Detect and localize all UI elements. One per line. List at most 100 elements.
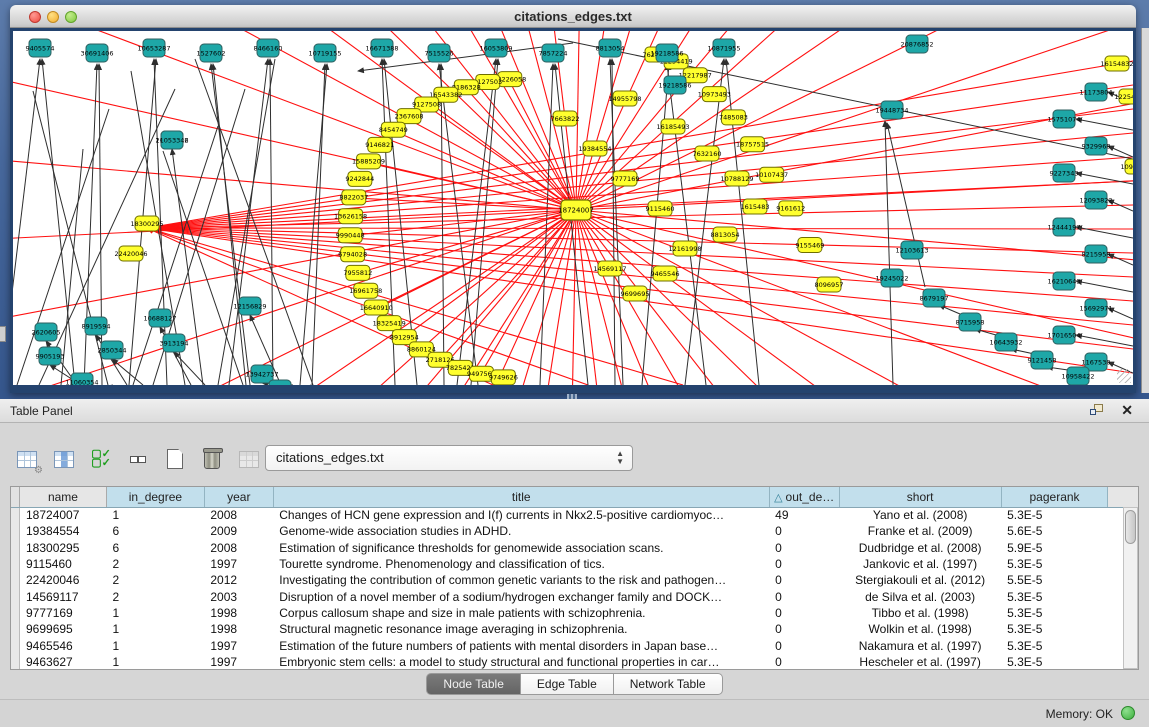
graph-node-teal[interactable]: 10719155 bbox=[308, 44, 341, 62]
graph-node-yellow[interactable]: 18300295 bbox=[130, 216, 163, 231]
graph-node-yellow[interactable]: 16961758 bbox=[349, 283, 382, 298]
graph-node-yellow[interactable]: 7955812 bbox=[343, 265, 372, 280]
table-cell[interactable]: Corpus callosum shape and size in male p… bbox=[273, 605, 769, 621]
table-row[interactable]: 1456911722003Disruption of a novel membe… bbox=[11, 588, 1138, 604]
column-header-short[interactable]: short bbox=[839, 487, 1001, 507]
collapsed-results-panel[interactable] bbox=[1141, 28, 1149, 393]
graph-node-yellow[interactable]: 9777169 bbox=[611, 171, 640, 186]
graph-node-teal[interactable]: 10653287 bbox=[137, 39, 170, 57]
graph-node-teal[interactable]: 9329968 bbox=[1082, 137, 1111, 155]
graph-node-teal[interactable]: 10643932 bbox=[989, 333, 1022, 351]
graph-node-teal[interactable]: 16671388 bbox=[365, 39, 398, 57]
table-cell[interactable]: 9777169 bbox=[20, 605, 107, 621]
table-cell[interactable]: 2 bbox=[106, 556, 204, 572]
column-header-year[interactable]: year bbox=[204, 487, 273, 507]
graph-node-teal[interactable]: 8919594 bbox=[82, 317, 111, 335]
graph-node-yellow[interactable]: 9699695 bbox=[621, 286, 650, 301]
graph-node-teal[interactable]: 8715958 bbox=[956, 313, 985, 331]
table-settings-icon[interactable]: ⚙ bbox=[14, 446, 40, 472]
table-cell[interactable]: 5.9E-5 bbox=[1001, 540, 1108, 556]
table-cell[interactable]: 0 bbox=[769, 556, 839, 572]
graph-node-teal[interactable]: 8679197 bbox=[920, 289, 949, 307]
table-row[interactable]: 977716911998Corpus callosum shape and si… bbox=[11, 605, 1138, 621]
graph-node-teal[interactable]: 7515526 bbox=[425, 44, 454, 62]
graph-node-yellow[interactable]: 10973493 bbox=[698, 87, 731, 102]
graph-hub-node[interactable]: 18724007 bbox=[558, 200, 594, 220]
table-cell[interactable]: 1 bbox=[106, 605, 204, 621]
graph-node-teal[interactable]: 8215958 bbox=[1082, 245, 1111, 263]
table-cell[interactable]: 14569117 bbox=[20, 588, 107, 604]
table-row[interactable]: 946362711997Embryonic stem cells: a mode… bbox=[11, 654, 1138, 670]
table-cell[interactable]: 1998 bbox=[204, 605, 273, 621]
graph-node-teal[interactable]: 9227343 bbox=[1050, 164, 1079, 182]
graph-node-yellow[interactable]: 10788129 bbox=[720, 171, 753, 186]
column-header-name[interactable]: name bbox=[20, 487, 107, 507]
graph-node-yellow[interactable]: 9242844 bbox=[345, 171, 374, 186]
graph-node-yellow[interactable]: 10978812 bbox=[1120, 159, 1133, 174]
graph-node-teal[interactable]: 1527602 bbox=[197, 44, 226, 62]
graph-node-teal[interactable]: 12103613 bbox=[895, 241, 928, 259]
graph-node-teal[interactable]: 9121458 bbox=[1028, 351, 1057, 369]
table-cell[interactable]: 1998 bbox=[204, 621, 273, 637]
table-cell[interactable]: 22420046 bbox=[20, 572, 107, 588]
graph-node-yellow[interactable]: 7485083 bbox=[719, 110, 748, 125]
table-cell[interactable]: 0 bbox=[769, 572, 839, 588]
graph-node-yellow[interactable]: 9990448 bbox=[336, 228, 365, 243]
table-cell[interactable]: 0 bbox=[769, 540, 839, 556]
graph-node-teal[interactable]: 9405574 bbox=[26, 39, 55, 57]
column-header-title[interactable]: title bbox=[273, 487, 769, 507]
float-panel-icon[interactable] bbox=[1090, 404, 1105, 418]
table-cell[interactable]: 1 bbox=[106, 621, 204, 637]
memory-ok-icon[interactable] bbox=[1121, 706, 1135, 720]
table-cell[interactable]: 6 bbox=[106, 540, 204, 556]
graph-node-teal[interactable]: 30691406 bbox=[80, 44, 113, 62]
graph-node-yellow[interactable]: 16640910 bbox=[360, 300, 393, 315]
table-row[interactable]: 2242004622012Investigating the contribut… bbox=[11, 572, 1138, 588]
node-table[interactable]: name in_degree year title △out_de… short… bbox=[10, 486, 1139, 670]
table-cell[interactable]: 2003 bbox=[204, 588, 273, 604]
table-cell[interactable]: 6 bbox=[106, 523, 204, 539]
table-cell[interactable]: 1997 bbox=[204, 637, 273, 653]
table-cell[interactable]: 5.5E-5 bbox=[1001, 572, 1108, 588]
table-cell[interactable]: 5.3E-5 bbox=[1001, 588, 1108, 604]
graph-node-yellow[interactable]: 9749626 bbox=[489, 370, 518, 385]
column-header-out-degree[interactable]: △out_de… bbox=[769, 487, 839, 507]
graph-node-yellow[interactable]: 22420046 bbox=[114, 246, 147, 261]
table-cell[interactable]: Tibbo et al. (1998) bbox=[839, 605, 1001, 621]
table-cell[interactable]: 2 bbox=[106, 588, 204, 604]
table-cell[interactable]: 0 bbox=[769, 588, 839, 604]
table-cell[interactable]: Embryonic stem cells: a model to study s… bbox=[273, 654, 769, 670]
table-cell[interactable]: 49 bbox=[769, 507, 839, 523]
graph-node-yellow[interactable]: 14955798 bbox=[608, 91, 641, 106]
table-cell[interactable]: 5.3E-5 bbox=[1001, 556, 1108, 572]
graph-node-yellow[interactable]: 9115460 bbox=[646, 201, 675, 216]
table-cell[interactable]: Estimation of the future numbers of pati… bbox=[273, 637, 769, 653]
window-titlebar[interactable]: citations_edges.txt bbox=[10, 5, 1136, 28]
table-cell[interactable]: 9463627 bbox=[20, 654, 107, 670]
graph-node-yellow[interactable]: 12161998 bbox=[668, 241, 701, 256]
select-attributes-icon[interactable]: ▢✓▢✓ bbox=[88, 446, 114, 472]
table-cell[interactable]: 5.6E-5 bbox=[1001, 523, 1108, 539]
table-cell[interactable]: Hescheler et al. (1997) bbox=[839, 654, 1001, 670]
table-cell[interactable]: 0 bbox=[769, 637, 839, 653]
table-row[interactable]: 1830029562008Estimation of significance … bbox=[11, 540, 1138, 556]
scrollbar-thumb[interactable] bbox=[1125, 510, 1136, 544]
tab-node-table[interactable]: Node Table bbox=[426, 673, 521, 695]
graph-node-teal[interactable]: 10871955 bbox=[707, 39, 740, 57]
table-cell[interactable]: 9115460 bbox=[20, 556, 107, 572]
graph-node-teal[interactable]: 15692971 bbox=[1079, 299, 1112, 317]
graph-node-yellow[interactable]: 7632160 bbox=[693, 146, 722, 161]
table-cell[interactable]: 9465546 bbox=[20, 637, 107, 653]
table-cell[interactable]: Estimation of significance thresholds fo… bbox=[273, 540, 769, 556]
citation-graph[interactable]: 1822605891275038186328165433829127508236… bbox=[13, 31, 1133, 385]
graph-node-yellow[interactable]: 9161612 bbox=[776, 201, 805, 216]
table-cell[interactable]: Genome-wide association studies in ADHD. bbox=[273, 523, 769, 539]
show-column-icon[interactable] bbox=[51, 446, 77, 472]
table-cell[interactable]: 2012 bbox=[204, 572, 273, 588]
table-cell[interactable]: 2008 bbox=[204, 540, 273, 556]
collapsed-panel-handle[interactable] bbox=[0, 326, 6, 342]
graph-node-yellow[interactable]: 13626158 bbox=[334, 209, 367, 224]
graph-node-teal[interactable]: 7857224 bbox=[539, 44, 568, 62]
graph-node-yellow[interactable]: 8813054 bbox=[711, 227, 740, 242]
resize-grip-icon[interactable] bbox=[1117, 369, 1131, 383]
